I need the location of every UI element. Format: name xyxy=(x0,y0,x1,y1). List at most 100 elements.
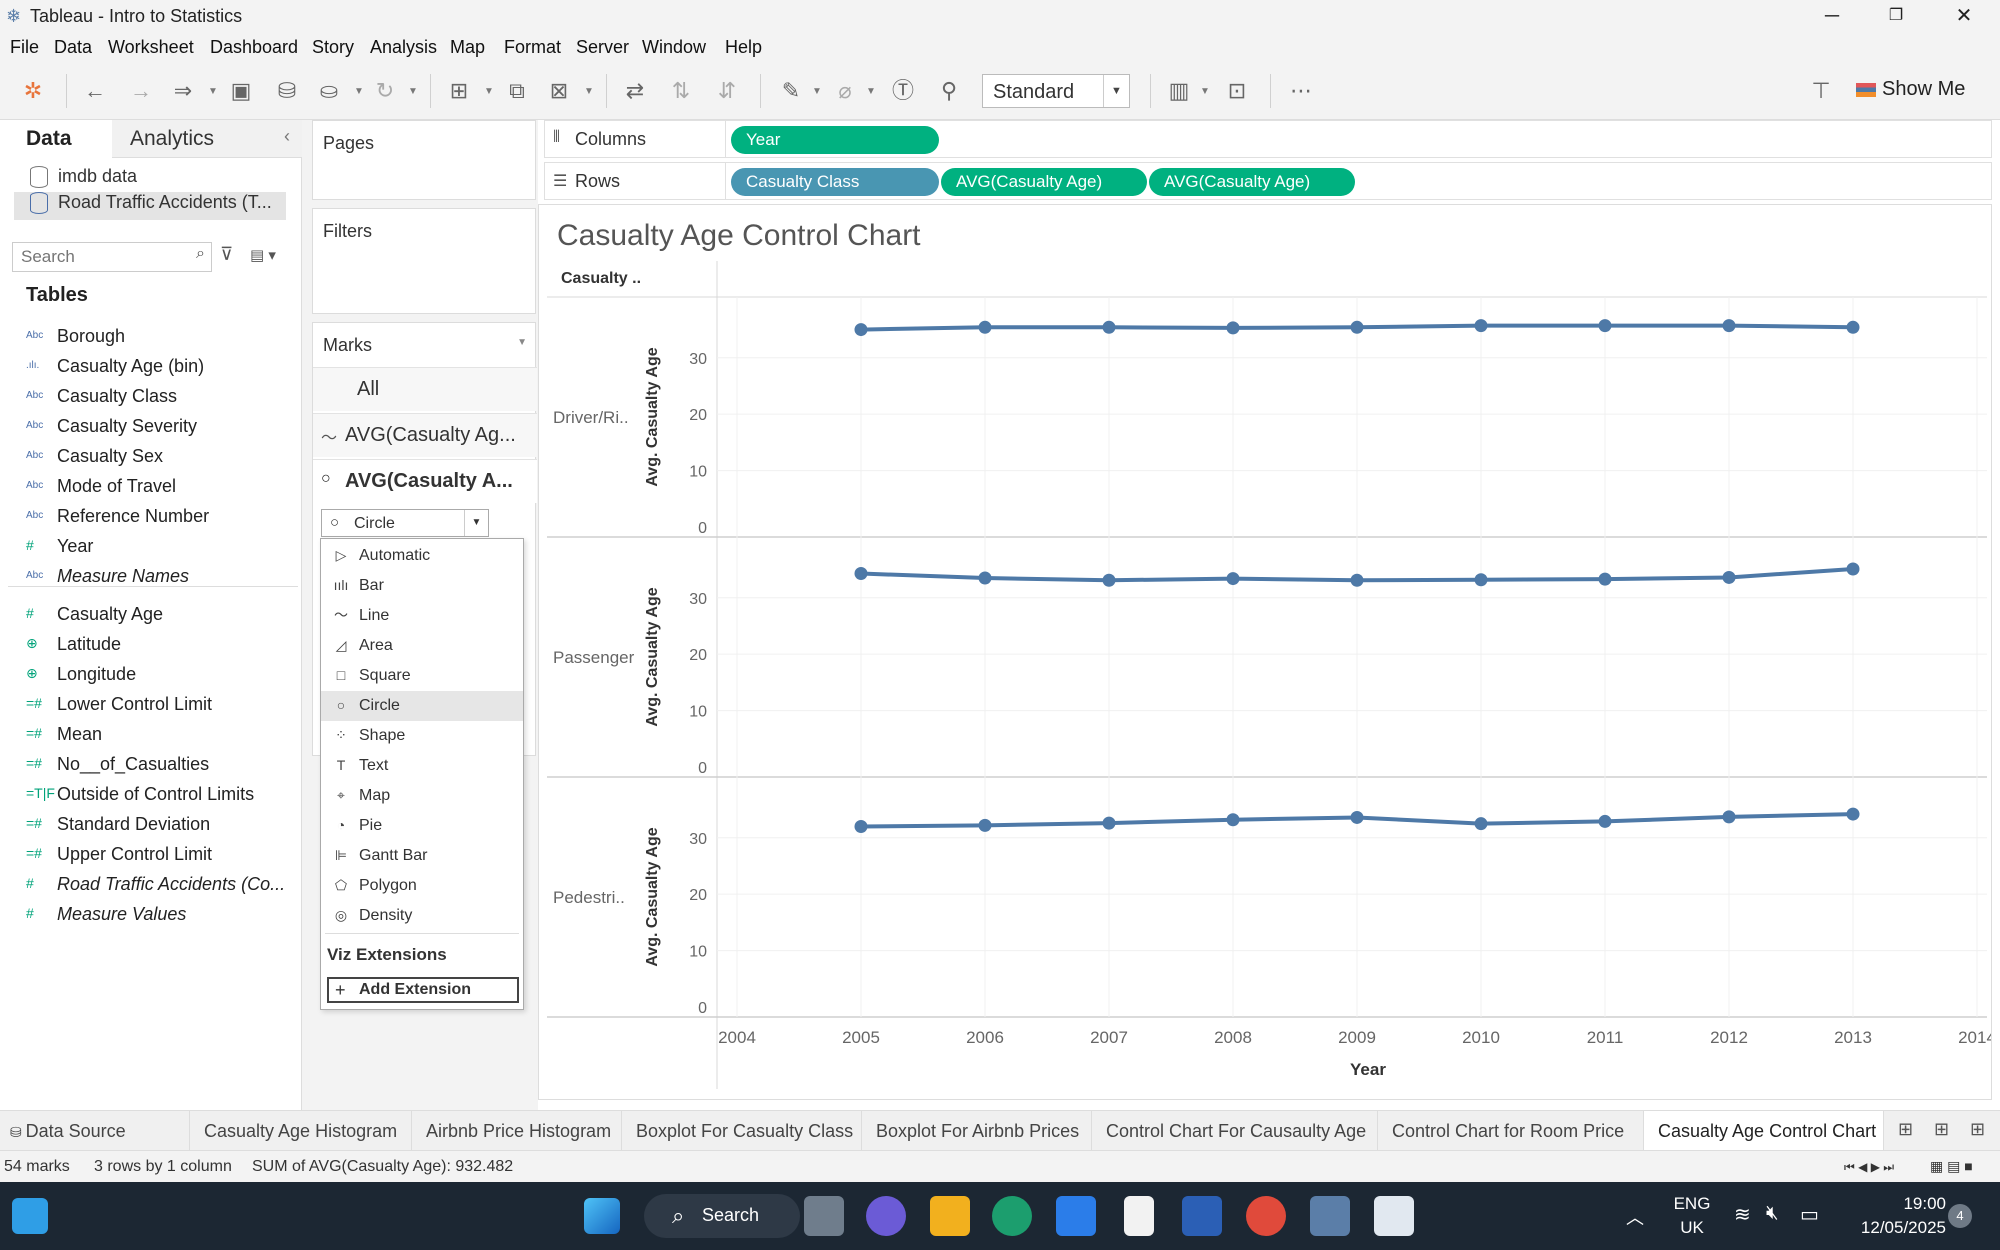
group-members-icon[interactable]: ⌀ xyxy=(830,76,860,106)
field-no-of-casualties[interactable]: =# No__of_Casualties xyxy=(0,752,300,780)
mark-type-option-line[interactable]: 〜 Line xyxy=(321,601,523,631)
field-standard-deviation[interactable]: =# Standard Deviation xyxy=(0,812,300,840)
marks-all[interactable]: All xyxy=(313,367,537,411)
minimize-button[interactable]: ─ xyxy=(1812,2,1852,30)
menu-analysis[interactable]: Analysis xyxy=(370,37,437,58)
edge-icon[interactable] xyxy=(992,1196,1032,1236)
format-painter-icon[interactable]: ⊤ xyxy=(1806,76,1836,106)
notepad-icon[interactable] xyxy=(1124,1196,1154,1236)
clock-time[interactable]: 19:00 xyxy=(1856,1194,1946,1214)
task-view-icon[interactable] xyxy=(804,1196,844,1236)
menu-dashboard[interactable]: Dashboard xyxy=(210,37,298,58)
field-casualty-severity[interactable]: Abc Casualty Severity xyxy=(0,414,300,442)
mark-type-option-square[interactable]: □ Square xyxy=(321,661,523,691)
menu-story[interactable]: Story xyxy=(312,37,354,58)
fit-dropdown[interactable]: Standard ▼ xyxy=(982,74,1130,108)
new-worksheet-icon[interactable]: ⊞ xyxy=(444,76,474,106)
field-mean[interactable]: =# Mean xyxy=(0,722,300,750)
widgets-icon[interactable] xyxy=(12,1198,48,1234)
undo-icon[interactable]: ← xyxy=(80,76,110,106)
refresh-icon[interactable]: ↻ xyxy=(370,76,400,106)
sheet-tab-airbnb-price-histogram[interactable]: Airbnb Price Histogram xyxy=(412,1111,622,1151)
sheet-tab-control-chart-for-room-price[interactable]: Control Chart for Room Price xyxy=(1378,1111,1644,1151)
sort-ascending-icon[interactable]: ⇅ xyxy=(666,76,696,106)
language-bottom[interactable]: UK xyxy=(1672,1218,1712,1238)
field-road-traffic-accidents-co[interactable]: # Road Traffic Accidents (Co... xyxy=(0,872,300,900)
start-icon[interactable] xyxy=(584,1198,620,1234)
marks-line-tab[interactable]: 〜 AVG(Casualty Ag... xyxy=(313,413,537,457)
volume-mute-icon[interactable]: 🔇︎ xyxy=(1766,1202,1779,1225)
menu-file[interactable]: File xyxy=(10,37,39,58)
field-casualty-age[interactable]: # Casualty Age xyxy=(0,602,300,630)
mark-type-option-map[interactable]: ⌖ Map xyxy=(321,781,523,811)
new-datasource-icon[interactable]: ⛁ xyxy=(272,76,302,106)
field-measure-names[interactable]: Abc Measure Names xyxy=(0,564,300,592)
sheet-navigation[interactable]: ⏮ ◀ ▶ ⏭ xyxy=(1844,1160,1894,1175)
clear-sheet-icon[interactable]: ⊠ xyxy=(544,76,574,106)
redo-icon[interactable]: → xyxy=(126,76,156,106)
file-explorer-icon[interactable] xyxy=(930,1196,970,1236)
field-casualty-class[interactable]: Abc Casualty Class xyxy=(0,384,300,412)
field-measure-values[interactable]: # Measure Values xyxy=(0,902,300,930)
presentation-mode-icon[interactable]: ⊡ xyxy=(1222,76,1252,106)
tableau-taskbar-icon[interactable] xyxy=(1310,1196,1350,1236)
mark-type-option-polygon[interactable]: ⬠ Polygon xyxy=(321,871,523,901)
sheet-tab-casualty-age-control-chart[interactable]: Casualty Age Control Chart xyxy=(1644,1111,1884,1151)
field-latitude[interactable]: ⊕ Latitude xyxy=(0,632,300,660)
maximize-button[interactable]: ❐ xyxy=(1876,2,1916,30)
rows-shelf[interactable]: ☰ Rows Casualty Class AVG(Casualty Age) … xyxy=(544,162,1992,200)
save-icon[interactable]: ▣ xyxy=(226,76,256,106)
menu-help[interactable]: Help xyxy=(725,37,762,58)
mark-type-option-area[interactable]: ◿ Area xyxy=(321,631,523,661)
datasource-road-traffic[interactable]: Road Traffic Accidents (T... xyxy=(14,192,286,220)
field-mode-of-travel[interactable]: Abc Mode of Travel xyxy=(0,474,300,502)
field-borough[interactable]: Abc Borough xyxy=(0,324,300,352)
filter-icon[interactable]: ⊽ xyxy=(220,244,233,265)
pill-avg-casualty-age-2[interactable]: AVG(Casualty Age) xyxy=(1149,168,1355,196)
menu-map[interactable]: Map xyxy=(450,37,485,58)
field-casualty-age-bin[interactable]: .ılı. Casualty Age (bin) xyxy=(0,354,300,382)
clock-date[interactable]: 12/05/2025 xyxy=(1836,1218,1946,1238)
pill-casualty-class[interactable]: Casualty Class xyxy=(731,168,939,196)
fix-axes-icon[interactable]: ⚲ xyxy=(934,76,964,106)
datasource-imdb[interactable]: imdb data xyxy=(14,166,137,194)
share-icon[interactable]: ⋯ xyxy=(1286,76,1316,106)
replay-icon[interactable]: ⇒ xyxy=(168,76,198,106)
columns-shelf[interactable]: ⦀ Columns Year xyxy=(544,120,1992,158)
new-dashboard-icon[interactable]: ⊞ xyxy=(1934,1119,1949,1140)
chrome-icon[interactable] xyxy=(1246,1196,1286,1236)
store-icon[interactable] xyxy=(1056,1196,1096,1236)
sheet-tab-boxplot-for-casualty-class[interactable]: Boxplot For Casualty Class xyxy=(622,1111,862,1151)
mark-type-option-text[interactable]: T Text xyxy=(321,751,523,781)
menu-window[interactable]: Window xyxy=(642,37,706,58)
sheet-sorter-icon[interactable]: ▦ ▤ ■ xyxy=(1930,1158,1973,1175)
pill-year[interactable]: Year xyxy=(731,126,939,154)
field-outside-of-control-limits[interactable]: =T|F Outside of Control Limits xyxy=(0,782,300,810)
field-year[interactable]: # Year xyxy=(0,534,300,562)
battery-icon[interactable]: ▭ xyxy=(1800,1202,1819,1227)
show-cards-icon[interactable]: ▥ xyxy=(1164,76,1194,106)
sort-descending-icon[interactable]: ⇵ xyxy=(712,76,742,106)
field-casualty-sex[interactable]: Abc Casualty Sex xyxy=(0,444,300,472)
pause-updates-icon[interactable]: ⛀ xyxy=(314,76,344,106)
duplicate-sheet-icon[interactable]: ⧉ xyxy=(502,76,532,106)
collapse-pane-icon[interactable]: ‹ xyxy=(284,126,290,147)
tab-analytics[interactable]: Analytics xyxy=(112,120,302,158)
show-labels-icon[interactable]: Ⓣ xyxy=(888,76,918,106)
close-button[interactable]: ✕ xyxy=(1944,2,1984,30)
highlight-icon[interactable]: ✎ xyxy=(776,76,806,106)
notification-badge[interactable]: 4 xyxy=(1948,1204,1972,1228)
show-me-button[interactable]: Show Me xyxy=(1856,78,1965,106)
language-top[interactable]: ENG xyxy=(1672,1194,1712,1214)
view-options-icon[interactable]: ▤ ▾ xyxy=(250,246,276,264)
mark-type-option-gantt-bar[interactable]: ⊫ Gantt Bar xyxy=(321,841,523,871)
tab-data[interactable]: Data xyxy=(0,120,112,158)
mark-type-select[interactable]: ○ Circle ▼ xyxy=(321,509,489,537)
mark-type-option-shape[interactable]: ⁘ Shape xyxy=(321,721,523,751)
sheet-tab-boxplot-for-airbnb-prices[interactable]: Boxplot For Airbnb Prices xyxy=(862,1111,1092,1151)
tableau-home-icon[interactable]: ✲ xyxy=(18,76,48,106)
add-extension-button[interactable]: + Add Extension xyxy=(327,977,519,1003)
search-field[interactable]: ⌕ xyxy=(12,242,212,272)
field-lower-control-limit[interactable]: =# Lower Control Limit xyxy=(0,692,300,720)
filters-shelf[interactable]: Filters xyxy=(312,208,536,314)
